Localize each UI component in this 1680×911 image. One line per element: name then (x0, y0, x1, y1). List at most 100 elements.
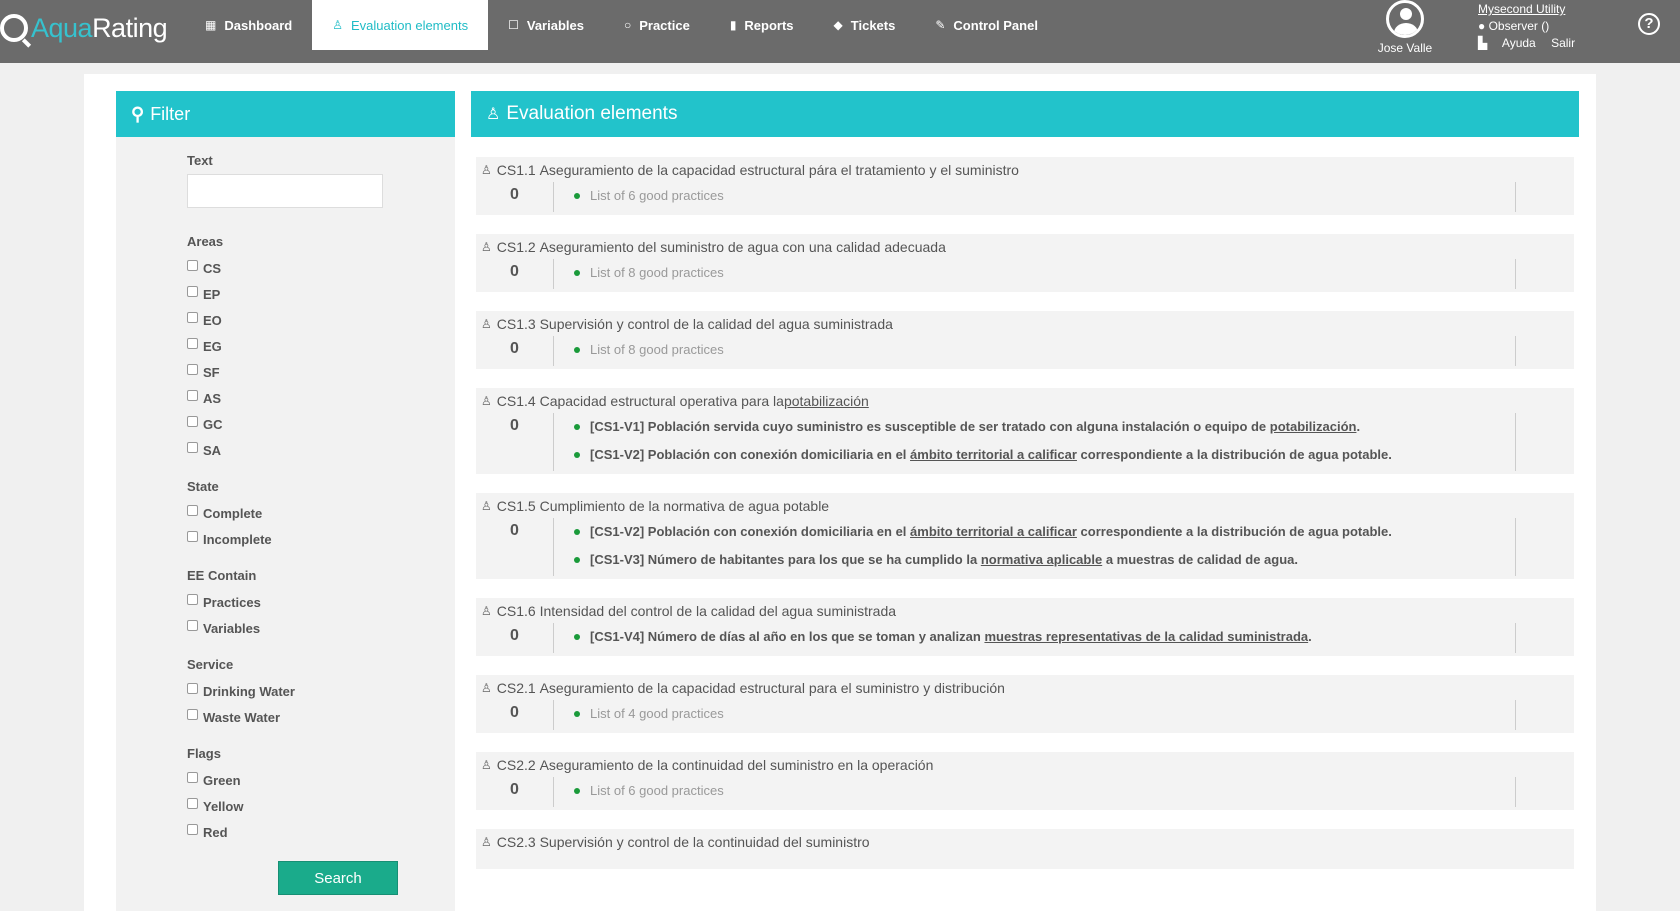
element-items: List of 6 good practices (553, 777, 1516, 807)
filter-option-label: SF (203, 364, 220, 380)
filter-option-label: AS (203, 390, 222, 406)
nav-item-control-panel[interactable]: ✎ Control Panel (915, 0, 1058, 50)
variable-link[interactable]: [CS1-V2] Población con conexión domicili… (590, 441, 1392, 469)
filter-option[interactable]: Incomplete (187, 526, 455, 552)
nav-item-variables[interactable]: ☐ Variables (488, 0, 604, 50)
variable-term-link[interactable]: normativa aplicable (981, 552, 1102, 567)
variable-term-link[interactable]: ámbito territorial a calificar (910, 524, 1077, 539)
help-icon[interactable]: ? (1638, 13, 1660, 35)
filter-option[interactable]: EG (187, 333, 455, 359)
user-name[interactable]: Jose Valle (1370, 41, 1440, 55)
filter-option-label: Incomplete (203, 531, 272, 547)
evaluation-element: ♙ CS1.4 Capacidad estructural operativa p… (476, 388, 1574, 474)
variable-link[interactable]: [CS1-V4] Número de días al año en los qu… (590, 623, 1312, 651)
nav-label: Tickets (850, 17, 896, 33)
text-filter-input[interactable] (187, 174, 383, 208)
filter-option[interactable]: Complete (187, 500, 455, 526)
checkbox[interactable] (187, 285, 198, 297)
filter-option-label: EG (203, 338, 222, 354)
evaluation-element-title[interactable]: ♙ CS2.2 Aseguramiento de la continuidad d… (476, 752, 1574, 777)
filter-option[interactable]: AS (187, 385, 455, 411)
logout-link[interactable]: Salir (1551, 36, 1575, 50)
filter-option[interactable]: Practices (187, 589, 455, 615)
aquarating-logo[interactable]: Aqua Rating (0, 8, 168, 48)
checkbox[interactable] (187, 337, 198, 349)
checkbox[interactable] (187, 363, 198, 375)
nav-item-evaluation-elements[interactable]: ♙ Evaluation elements (312, 0, 489, 50)
variable-term-link[interactable]: ámbito territorial a calificar (910, 447, 1077, 462)
variable-text: [CS1-V1] Población servida cuyo suminist… (590, 419, 1270, 434)
filter-option[interactable]: SF (187, 359, 455, 385)
nav-item-reports[interactable]: ▮ Reports (710, 0, 814, 50)
org-name-link[interactable]: Mysecond Utility (1478, 1, 1587, 18)
logo-text-rating: Rating (92, 12, 168, 43)
sitemap-icon: ♙ (481, 758, 492, 772)
evaluation-element-title[interactable]: ♙ CS1.4 Capacidad estructural operativa p… (476, 388, 1574, 413)
element-code: CS1.3 (496, 316, 536, 332)
checkbox[interactable] (187, 415, 198, 427)
evaluation-element-title[interactable]: ♙ CS2.3 Supervisión y control de la conti… (476, 829, 1574, 854)
good-practices-link[interactable]: List of 8 good practices (590, 336, 724, 364)
logo-magnifier-icon (0, 14, 28, 42)
sitemap-icon: ♙ (481, 163, 492, 177)
variable-term-link[interactable]: muestras representativas de la calidad s… (984, 629, 1308, 644)
evaluation-element-title[interactable]: ♙ CS1.3 Supervisión y control de la calid… (476, 311, 1574, 336)
nav-item-practice[interactable]: ○ Practice (604, 0, 710, 50)
good-practices-link[interactable]: List of 6 good practices (590, 182, 724, 210)
checkbox[interactable] (187, 797, 198, 809)
element-score: 0 (510, 522, 519, 539)
checkbox[interactable] (187, 708, 198, 720)
user-avatar-icon[interactable] (1386, 0, 1424, 38)
nav-item-tickets[interactable]: ◆ Tickets (814, 0, 916, 50)
evaluation-element-body: 0 List of 6 good practices (476, 777, 1574, 807)
variable-term-link[interactable]: potabilización (1270, 419, 1357, 434)
nav-item-dashboard[interactable]: ▦ Dashboard (185, 0, 312, 50)
text-filter-label: Text (187, 153, 213, 168)
evaluation-element-title[interactable]: ♙ CS2.1 Aseguramiento de la capacidad est… (476, 675, 1574, 700)
checkbox[interactable] (187, 771, 198, 783)
element-title-link[interactable]: potabilización (784, 393, 869, 409)
checkbox[interactable] (187, 259, 198, 271)
filter-option[interactable]: Variables (187, 615, 455, 641)
filter-option[interactable]: EP (187, 281, 455, 307)
checkbox[interactable] (187, 441, 198, 453)
good-practices-item: List of 8 good practices (574, 259, 1515, 287)
evaluation-element-title[interactable]: ♙ CS1.5 Cumplimiento de la normativa de a… (476, 493, 1574, 518)
user-menu[interactable]: Jose Valle (1370, 0, 1440, 55)
good-practices-link[interactable]: List of 8 good practices (590, 259, 724, 287)
filter-option-label: GC (203, 416, 223, 432)
filter-option[interactable]: Waste Water (187, 704, 455, 730)
variable-text: [CS1-V3] Número de habitantes para los q… (590, 552, 981, 567)
search-button[interactable]: Search (278, 861, 398, 895)
main-header: ♙ Evaluation elements (471, 91, 1579, 137)
checkbox[interactable] (187, 311, 198, 323)
variable-link[interactable]: [CS1-V3] Número de habitantes para los q… (590, 546, 1298, 574)
help-link[interactable]: Ayuda (1502, 36, 1536, 50)
checkbox[interactable] (187, 682, 198, 694)
checkbox[interactable] (187, 593, 198, 605)
filter-option[interactable]: Red (187, 819, 455, 845)
checkbox[interactable] (187, 389, 198, 401)
filter-option[interactable]: CS (187, 255, 455, 281)
status-dot-icon (574, 424, 580, 430)
org-links: ▙ Ayuda Salir (1478, 35, 1587, 52)
filter-option[interactable]: EO (187, 307, 455, 333)
good-practices-link[interactable]: List of 6 good practices (590, 777, 724, 805)
checkbox[interactable] (187, 823, 198, 835)
filter-option[interactable]: Drinking Water (187, 678, 455, 704)
evaluation-element-title[interactable]: ♙ CS1.1 Aseguramiento de la capacidad est… (476, 157, 1574, 182)
evaluation-element-title[interactable]: ♙ CS1.2 Aseguramiento del suministro de a… (476, 234, 1574, 259)
checkbox[interactable] (187, 504, 198, 516)
nav-label: Evaluation elements (351, 17, 469, 33)
filter-option[interactable]: GC (187, 411, 455, 437)
good-practices-link[interactable]: List of 4 good practices (590, 700, 724, 728)
filter-option[interactable]: Green (187, 767, 455, 793)
element-score: 0 (510, 263, 519, 280)
checkbox[interactable] (187, 619, 198, 631)
evaluation-element-title[interactable]: ♙ CS1.6 Intensidad del control de la cali… (476, 598, 1574, 623)
filter-option[interactable]: SA (187, 437, 455, 463)
variable-link[interactable]: [CS1-V2] Población con conexión domicili… (590, 518, 1392, 546)
checkbox[interactable] (187, 530, 198, 542)
filter-option[interactable]: Yellow (187, 793, 455, 819)
variable-link[interactable]: [CS1-V1] Población servida cuyo suminist… (590, 413, 1360, 441)
